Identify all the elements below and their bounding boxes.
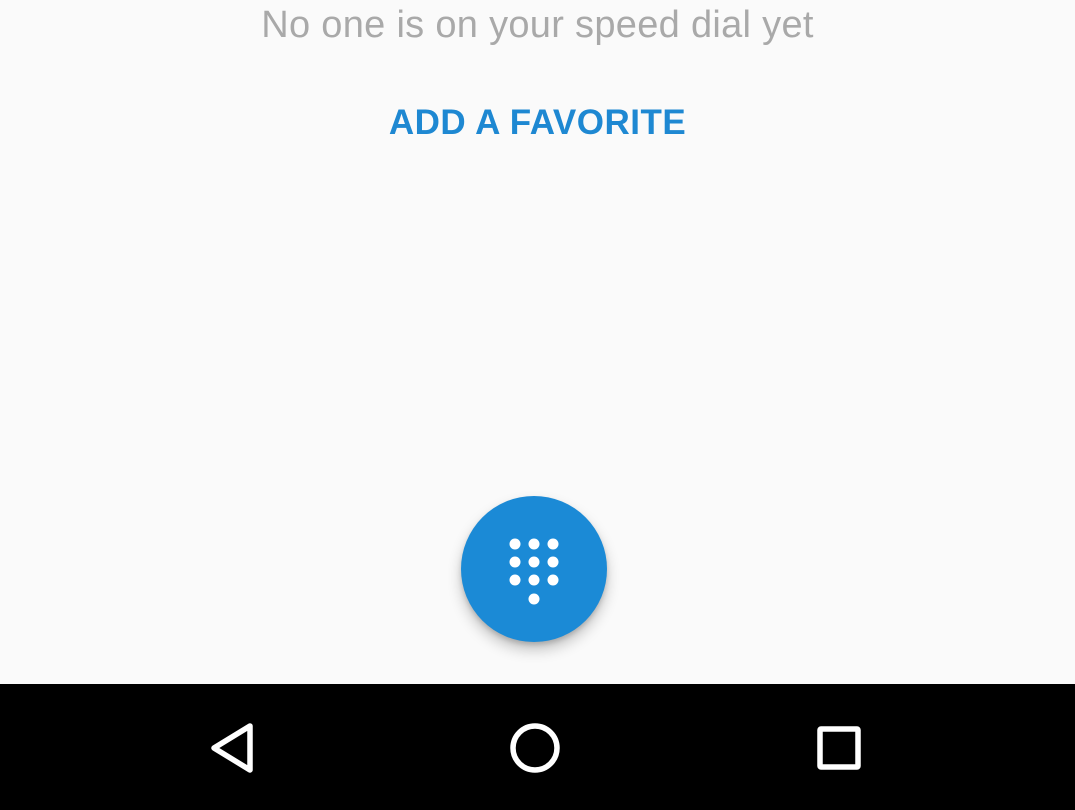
recents-button[interactable] xyxy=(779,684,899,810)
system-navigation-bar xyxy=(0,684,1075,810)
dialpad-fab-button[interactable] xyxy=(461,496,607,642)
home-circle-icon xyxy=(510,723,560,773)
add-favorite-button[interactable]: ADD A FAVORITE xyxy=(0,103,1075,143)
dialer-screen: No one is on your speed dial yet ADD A F… xyxy=(0,0,1075,810)
favorites-pane: No one is on your speed dial yet ADD A F… xyxy=(0,0,1075,684)
dialpad-icon xyxy=(509,538,559,605)
back-triangle-icon xyxy=(211,723,253,773)
empty-speed-dial-message: No one is on your speed dial yet xyxy=(261,4,814,46)
recents-square-icon xyxy=(817,726,861,770)
home-button[interactable] xyxy=(475,684,595,810)
back-button[interactable] xyxy=(172,684,292,810)
